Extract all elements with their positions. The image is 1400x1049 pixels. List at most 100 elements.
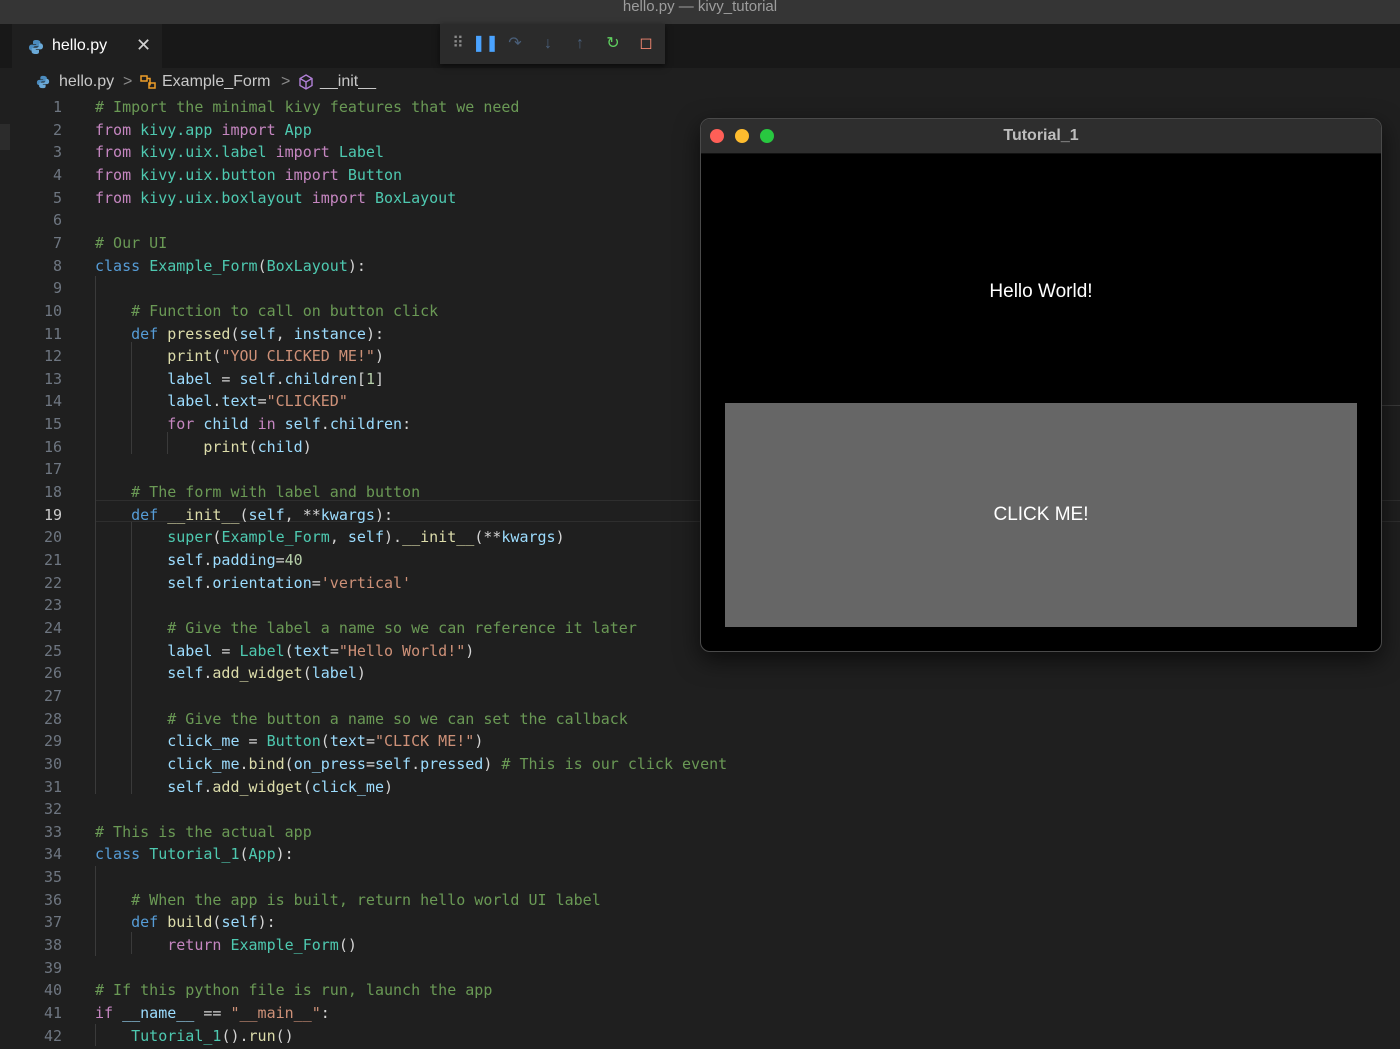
code-text: self.padding=40 — [95, 549, 302, 571]
close-icon[interactable]: ✕ — [136, 35, 151, 56]
line-number[interactable]: 6 — [20, 209, 62, 231]
line-number[interactable]: 42 — [20, 1025, 62, 1047]
code-text: self.orientation='vertical' — [95, 572, 411, 594]
code-line[interactable]: 41 if __name__ == "__main__": — [0, 1002, 1400, 1024]
line-number[interactable]: 14 — [20, 390, 62, 412]
line-number[interactable]: 39 — [20, 957, 62, 979]
code-line[interactable]: 27 — [0, 685, 1400, 707]
line-number[interactable]: 21 — [20, 549, 62, 571]
step-out-icon[interactable]: ↑ — [570, 34, 590, 54]
code-line[interactable]: 39 — [0, 957, 1400, 979]
code-line[interactable]: 33 # This is the actual app — [0, 821, 1400, 843]
breadcrumb-file[interactable]: hello.py — [59, 73, 114, 91]
stop-icon[interactable]: ◻ — [636, 34, 656, 54]
code-line[interactable]: 35 — [0, 866, 1400, 888]
code-token: import — [311, 188, 366, 207]
line-number[interactable]: 25 — [20, 640, 62, 662]
step-over-icon[interactable]: ↷ — [505, 34, 525, 54]
code-line[interactable]: 29 click_me = Button(text="CLICK ME!") — [0, 730, 1400, 752]
pause-icon[interactable]: ❚❚ — [472, 34, 499, 54]
line-number[interactable]: 18 — [20, 481, 62, 503]
line-number[interactable]: 2 — [20, 119, 62, 141]
line-number[interactable]: 27 — [20, 685, 62, 707]
code-line[interactable]: 37 def build(self): — [0, 911, 1400, 933]
line-number[interactable]: 28 — [20, 708, 62, 730]
click-me-button[interactable]: CLICK ME! — [725, 403, 1357, 627]
step-into-icon[interactable]: ↓ — [538, 34, 558, 54]
line-number[interactable]: 31 — [20, 776, 62, 798]
code-token: text — [221, 392, 258, 411]
code-line[interactable]: 38 return Example_Form() — [0, 934, 1400, 956]
breadcrumb-method[interactable]: __init__ — [320, 73, 376, 91]
line-number[interactable]: 10 — [20, 300, 62, 322]
line-number[interactable]: 9 — [20, 277, 62, 299]
line-number[interactable]: 20 — [20, 526, 62, 548]
tab-hello-py[interactable]: hello.py ✕ — [12, 24, 162, 68]
line-number[interactable]: 11 — [20, 323, 62, 345]
code-token: ) — [374, 347, 384, 366]
line-number[interactable]: 13 — [20, 368, 62, 390]
kivy-window-titlebar[interactable]: Tutorial_1 — [701, 119, 1381, 154]
line-number[interactable]: 7 — [20, 232, 62, 254]
drag-handle-icon[interactable]: ⠿ — [448, 34, 468, 54]
line-number[interactable]: 35 — [20, 866, 62, 888]
code-token: padding — [212, 551, 276, 569]
code-line[interactable]: 42 Tutorial_1().run() — [0, 1025, 1400, 1047]
line-number[interactable]: 33 — [20, 821, 62, 843]
line-number[interactable]: 26 — [20, 662, 62, 684]
code-line[interactable]: 36 # When the app is built, return hello… — [0, 889, 1400, 911]
line-number[interactable]: 38 — [20, 934, 62, 956]
line-number[interactable]: 32 — [20, 798, 62, 820]
code-text: def __init__(self, **kwargs): — [95, 504, 393, 526]
code-token: return — [167, 936, 222, 955]
code-token: self — [167, 664, 204, 683]
line-number[interactable]: 3 — [20, 141, 62, 163]
line-number[interactable]: 23 — [20, 594, 62, 616]
code-line[interactable]: 40 # If this python file is run, launch t… — [0, 979, 1400, 1001]
code-line[interactable]: 26 self.add_widget(label) — [0, 662, 1400, 684]
line-number[interactable]: 37 — [20, 911, 62, 933]
breadcrumb: hello.py > Example_Form > __init__ — [0, 68, 1400, 96]
line-number[interactable]: 8 — [20, 255, 62, 277]
restart-icon[interactable]: ↻ — [603, 34, 623, 54]
line-number[interactable]: 12 — [20, 345, 62, 367]
line-number[interactable]: 22 — [20, 572, 62, 594]
code-line[interactable]: 1 # Import the minimal kivy features that… — [0, 96, 1400, 118]
line-number[interactable]: 15 — [20, 413, 62, 435]
code-text: self.add_widget(click_me) — [95, 776, 393, 798]
line-number[interactable]: 36 — [20, 889, 62, 911]
code-token: () — [275, 1026, 294, 1045]
code-token: self — [347, 528, 384, 547]
line-number[interactable]: 30 — [20, 753, 62, 775]
code-token: ( — [320, 732, 330, 751]
line-number[interactable]: 1 — [20, 96, 62, 118]
line-number[interactable]: 19 — [20, 504, 62, 526]
code-line[interactable]: 32 — [0, 798, 1400, 820]
code-text: def pressed(self, instance): — [95, 323, 384, 345]
code-line[interactable]: 34 class Tutorial_1(App): — [0, 843, 1400, 865]
line-number[interactable]: 29 — [20, 730, 62, 752]
line-number[interactable]: 41 — [20, 1002, 62, 1024]
line-number[interactable]: 4 — [20, 164, 62, 186]
line-number[interactable]: 17 — [20, 458, 62, 480]
code-token: print — [167, 347, 213, 366]
code-token: BoxLayout — [374, 188, 457, 207]
breadcrumb-class[interactable]: Example_Form — [162, 73, 270, 91]
code-line[interactable]: 28 # Give the button a name so we can se… — [0, 708, 1400, 730]
line-number[interactable]: 5 — [20, 187, 62, 209]
line-number[interactable]: 24 — [20, 617, 62, 639]
code-line[interactable]: 30 click_me.bind(on_press=self.pressed) … — [0, 753, 1400, 775]
line-number[interactable]: 40 — [20, 979, 62, 1001]
line-number[interactable]: 16 — [20, 436, 62, 458]
code-token: . — [320, 415, 330, 434]
kivy-app-window[interactable]: Tutorial_1 Hello World! CLICK ME! — [700, 118, 1382, 652]
code-token: self — [167, 551, 204, 569]
code-line[interactable]: 31 self.add_widget(click_me) — [0, 776, 1400, 798]
line-number[interactable]: 34 — [20, 843, 62, 865]
